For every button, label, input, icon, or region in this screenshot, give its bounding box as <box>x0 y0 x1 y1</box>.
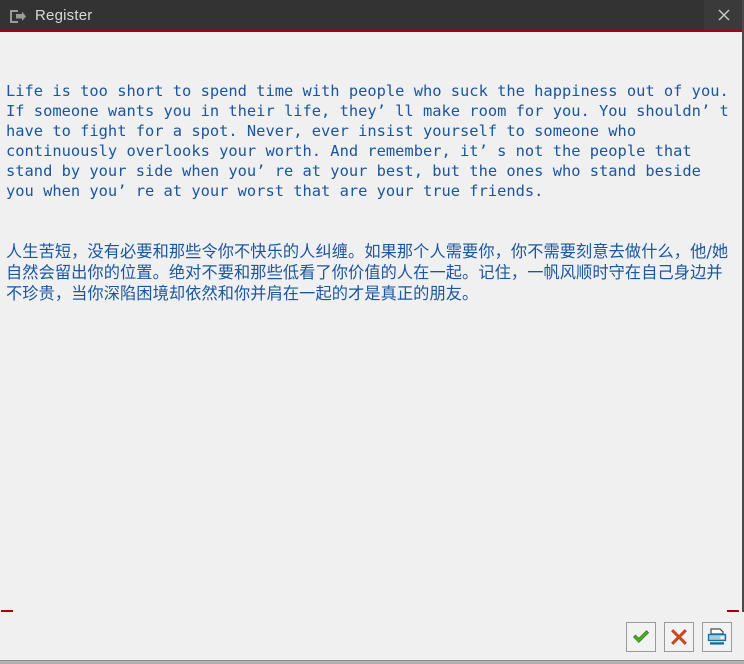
window-titlebar: Register <box>0 0 744 32</box>
window-title: Register <box>35 6 93 24</box>
ok-button[interactable] <box>626 621 656 652</box>
english-paragraph: Life is too short to spend time with peo… <box>6 82 739 200</box>
checkmark-icon <box>631 627 651 647</box>
register-window: Register Life is too short to spend time… <box>0 0 744 664</box>
message-text-area[interactable]: Life is too short to spend time with peo… <box>0 34 740 612</box>
message-text-body: Life is too short to spend time with peo… <box>0 35 740 344</box>
cross-icon <box>669 627 689 647</box>
bottom-toolbar <box>0 612 744 664</box>
chinese-paragraph: 人生苦短，没有必要和那些令你不快乐的人纠缠。如果那个人需要你，你不需要刻意去做什… <box>6 242 729 303</box>
close-icon <box>716 7 732 23</box>
print-button[interactable] <box>702 621 732 652</box>
close-button[interactable] <box>704 0 744 30</box>
enter-arrow-icon <box>7 6 27 26</box>
cancel-button[interactable] <box>664 621 694 652</box>
printer-icon <box>706 626 728 648</box>
